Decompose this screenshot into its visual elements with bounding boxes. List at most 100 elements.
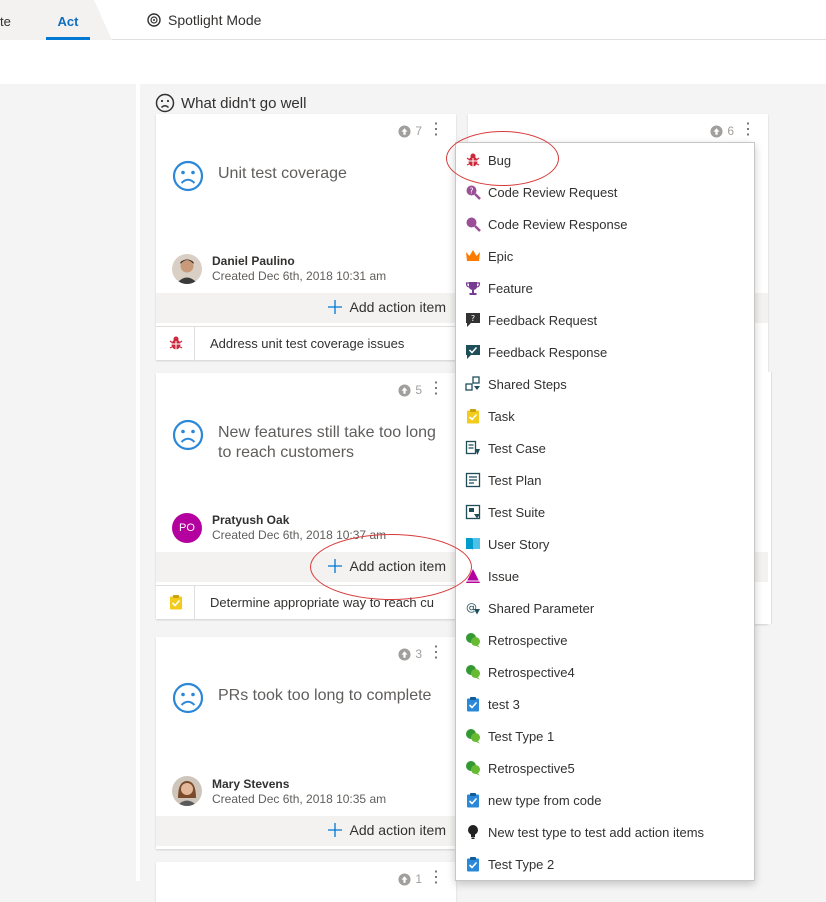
third-column-edge xyxy=(768,372,772,624)
menu-item-feedback-request[interactable]: ? Feedback Request xyxy=(456,304,754,336)
menu-item-label: Feedback Request xyxy=(488,312,598,328)
upvote-icon xyxy=(398,647,411,661)
sad-face-icon xyxy=(172,160,204,192)
menu-item-label: Feedback Response xyxy=(488,344,608,360)
add-action-item-button[interactable]: Add action item xyxy=(327,822,447,838)
menu-item-code-review-response[interactable]: Code Review Response xyxy=(456,208,754,240)
menu-item-label: new type from code xyxy=(488,792,602,808)
column-header-bar: What didn't go well xyxy=(0,40,826,113)
more-options-icon[interactable]: ⋮ xyxy=(428,645,444,661)
vote-number: 1 xyxy=(415,872,422,886)
upvote-icon xyxy=(398,124,411,138)
chat-icon xyxy=(464,759,482,777)
feedback-request-icon: ? xyxy=(464,311,482,329)
menu-item-retrospective5[interactable]: Retrospective5 xyxy=(456,752,754,784)
card-title[interactable]: Unit test coverage xyxy=(218,164,446,184)
action-item[interactable]: Address unit test coverage issues xyxy=(156,326,456,361)
shared-steps-icon xyxy=(464,375,482,393)
svg-text:?: ? xyxy=(471,314,475,323)
sad-face-icon xyxy=(172,682,204,714)
feedback-card[interactable]: 7 ⋮ Unit test coverage Daniel Paulino Cr… xyxy=(156,114,456,361)
spotlight-mode-button[interactable]: Spotlight Mode xyxy=(146,12,261,28)
column-header: What didn't go well xyxy=(155,93,306,113)
menu-item-retrospective4[interactable]: Retrospective4 xyxy=(456,656,754,688)
feedback-card[interactable]: 3 ⋮ PRs took too long to complete Mary S… xyxy=(156,637,456,849)
add-action-bar: Add action item xyxy=(156,293,456,323)
menu-item-issue[interactable]: Issue xyxy=(456,560,754,592)
add-action-item-button[interactable]: Add action item xyxy=(327,299,446,315)
menu-item-test-suite[interactable]: Test Suite xyxy=(456,496,754,528)
more-options-icon[interactable]: ⋮ xyxy=(428,122,444,138)
top-tab-bar: te Act Spotlight Mode xyxy=(0,0,826,40)
menu-item-label: Test Suite xyxy=(488,504,546,520)
avatar: PO xyxy=(172,513,202,543)
separator xyxy=(194,586,195,620)
clipboard-check-icon xyxy=(464,855,482,873)
book-icon xyxy=(464,535,482,553)
menu-item-label: User Story xyxy=(488,536,550,552)
menu-item-test-plan[interactable]: Test Plan xyxy=(456,464,754,496)
clipboard-check-icon xyxy=(464,695,482,713)
menu-item-label: Shared Steps xyxy=(488,376,567,392)
menu-item-task[interactable]: Task xyxy=(456,400,754,432)
sad-face-icon xyxy=(172,419,204,451)
menu-item-label: test 3 xyxy=(488,696,520,712)
upvote-icon xyxy=(398,872,411,886)
vote-count[interactable]: 5 xyxy=(398,383,422,397)
add-action-label: Add action item xyxy=(349,822,447,838)
task-icon xyxy=(170,595,182,610)
vote-count[interactable]: 7 xyxy=(398,124,422,138)
menu-item-shared-steps[interactable]: Shared Steps xyxy=(456,368,754,400)
test-suite-icon xyxy=(464,503,482,521)
vote-number: 5 xyxy=(415,383,422,397)
code-review-request-icon: ? xyxy=(464,183,482,201)
menu-item-retrospective[interactable]: Retrospective xyxy=(456,624,754,656)
more-options-icon[interactable]: ⋮ xyxy=(428,870,444,886)
menu-item-label: Retrospective4 xyxy=(488,664,575,680)
menu-item-new-type-from-code[interactable]: new type from code xyxy=(456,784,754,816)
vote-number: 7 xyxy=(415,124,422,138)
menu-item-feedback-response[interactable]: Feedback Response xyxy=(456,336,754,368)
tab-act[interactable]: Act xyxy=(46,0,90,40)
column-divider xyxy=(136,84,140,881)
add-action-bar: Add action item xyxy=(156,816,456,846)
more-options-icon[interactable]: ⋮ xyxy=(740,122,756,138)
menu-item-label: Test Type 2 xyxy=(488,856,555,872)
vote-number: 3 xyxy=(415,647,422,661)
menu-item-new-test-type-to-test-add-action-items[interactable]: New test type to test add action items xyxy=(456,816,754,848)
more-options-icon[interactable]: ⋮ xyxy=(428,381,444,397)
chat-icon xyxy=(464,631,482,649)
vote-count[interactable]: 3 xyxy=(398,647,422,661)
author-name: Mary Stevens xyxy=(212,777,290,791)
clipboard-check-icon xyxy=(464,791,482,809)
svg-text:@: @ xyxy=(466,601,477,614)
task-icon xyxy=(464,407,482,425)
trophy-icon xyxy=(464,279,482,297)
crown-icon xyxy=(464,247,482,265)
vote-number: 6 xyxy=(727,124,734,138)
menu-item-test-3[interactable]: test 3 xyxy=(456,688,754,720)
menu-item-user-story[interactable]: User Story xyxy=(456,528,754,560)
menu-item-test-type-2[interactable]: Test Type 2 xyxy=(456,848,754,880)
menu-item-test-case[interactable]: Test Case xyxy=(456,432,754,464)
annotation-ellipse-bug xyxy=(446,131,559,186)
menu-item-epic[interactable]: Epic xyxy=(456,240,754,272)
menu-item-feature[interactable]: Feature xyxy=(456,272,754,304)
sad-face-icon xyxy=(155,93,175,113)
card-title[interactable]: PRs took too long to complete xyxy=(218,686,446,706)
menu-item-label: Test Plan xyxy=(488,472,542,488)
menu-item-test-type-1[interactable]: Test Type 1 xyxy=(456,720,754,752)
menu-item-label: Task xyxy=(488,408,515,424)
svg-text:?: ? xyxy=(469,187,473,196)
vote-count[interactable]: 1 xyxy=(398,872,422,886)
card-title[interactable]: New features still take too long to reac… xyxy=(218,423,446,463)
tab-previous[interactable]: te xyxy=(0,14,11,29)
separator xyxy=(194,327,195,361)
created-timestamp: Created Dec 6th, 2018 10:31 am xyxy=(212,269,387,283)
bug-icon xyxy=(169,336,183,350)
menu-item-label: Code Review Response xyxy=(488,216,628,232)
vote-count[interactable]: 6 xyxy=(710,124,734,138)
feedback-card[interactable]: 1 ⋮ xyxy=(156,862,456,902)
menu-item-shared-parameter[interactable]: @ Shared Parameter xyxy=(456,592,754,624)
spotlight-icon xyxy=(147,13,161,27)
